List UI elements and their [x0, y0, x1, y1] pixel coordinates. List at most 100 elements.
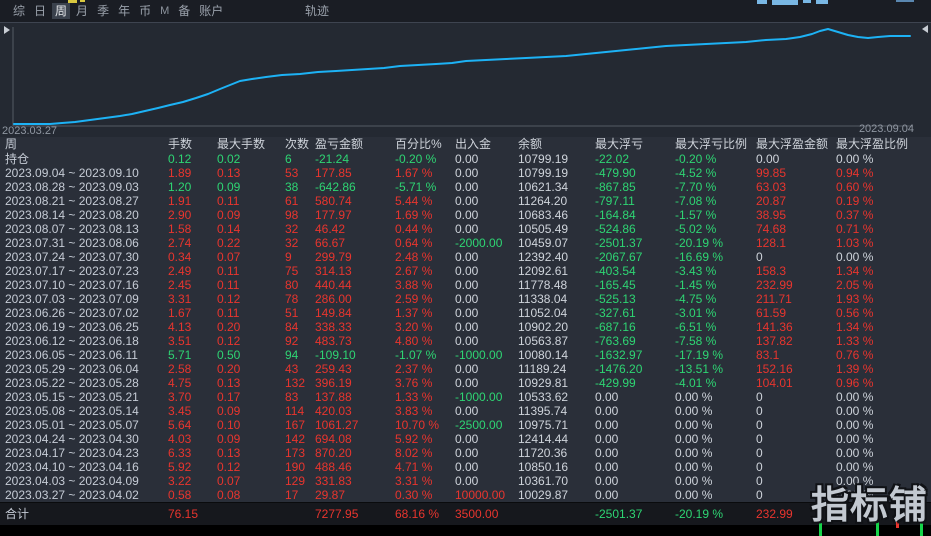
cell: -2067.67	[595, 250, 643, 264]
cell: 68.16 %	[395, 507, 440, 521]
table-row[interactable]: 2023.07.24 ~ 2023.07.30 0.34 0.07 9 299.79 2.…	[0, 250, 931, 264]
cell: -1476.20	[595, 362, 643, 376]
table-row[interactable]: 2023.07.03 ~ 2023.07.09 3.31 0.12 78 286.00 2…	[0, 292, 931, 306]
cell: 80	[285, 278, 299, 292]
table-row[interactable]: 2023.08.28 ~ 2023.09.03 1.20 0.09 38 -642.86…	[0, 180, 931, 194]
table-row[interactable]: 2023.09.04 ~ 2023.09.10 1.89 0.13 53 177.85 1…	[0, 166, 931, 180]
tab-trajectory[interactable]: 轨迹	[302, 3, 332, 19]
cell: 1.37 %	[395, 306, 433, 320]
cell: -20.19 %	[675, 236, 724, 250]
cell: 10.70 %	[395, 418, 440, 432]
table-row[interactable]: 2023.04.03 ~ 2023.04.09 3.22 0.07 129 331.83…	[0, 474, 931, 488]
tab-account[interactable]: 账户	[196, 3, 226, 19]
table-row[interactable]: 2023.06.12 ~ 2023.06.18 3.51 0.12 92 483.73 4…	[0, 334, 931, 348]
cell: 0.12	[217, 292, 241, 306]
cell: 10850.16	[518, 460, 569, 474]
cell: 0.13	[217, 446, 241, 460]
column-header: 百分比%	[395, 137, 442, 151]
cell: 488.46	[315, 460, 352, 474]
column-header: 出入金	[455, 137, 492, 151]
table-row[interactable]: 2023.04.24 ~ 2023.04.30 4.03 0.09 142 694.08…	[0, 432, 931, 446]
cell: 83	[285, 390, 299, 404]
table-row[interactable]: 2023.03.27 ~ 2023.04.02 0.58 0.08 17 29.87 0.…	[0, 488, 931, 502]
tab-m[interactable]: M	[157, 3, 172, 19]
cell: -1000.00	[455, 390, 503, 404]
cell: -763.69	[595, 334, 636, 348]
cropped-logo-fragment	[896, 0, 914, 2]
cell: 142	[285, 432, 306, 446]
tab-weekly[interactable]: 周	[52, 3, 71, 19]
cell: -1.07 %	[395, 348, 437, 362]
cell: 0.07	[217, 250, 241, 264]
cell: 1.91	[168, 194, 192, 208]
table-row[interactable]: 2023.07.10 ~ 2023.07.16 2.45 0.11 80 440.44 3…	[0, 278, 931, 292]
tab-daily[interactable]: 日	[31, 3, 49, 19]
cell: 420.03	[315, 404, 352, 418]
table-row[interactable]: 2023.08.07 ~ 2023.08.13 1.58 0.14 32 46.42 0.…	[0, 222, 931, 236]
column-header: 最大浮亏比例	[675, 137, 748, 151]
cell: 1.03 %	[836, 236, 874, 250]
table-row[interactable]: 2023.08.21 ~ 2023.08.27 1.91 0.11 61 580.74 5…	[0, 194, 931, 208]
table-row[interactable]: 2023.07.17 ~ 2023.07.23 2.49 0.11 75 314.13 2…	[0, 264, 931, 278]
table-row[interactable]: 2023.05.15 ~ 2023.05.21 3.70 0.17 83 137.88 1…	[0, 390, 931, 404]
cell: 870.20	[315, 446, 352, 460]
row-label: 2023.07.03 ~ 2023.07.09	[5, 292, 139, 306]
cropped-logo-fragment	[816, 0, 828, 4]
cell: 10902.20	[518, 320, 569, 334]
cell: 11264.20	[518, 194, 568, 208]
table-row[interactable]: 2023.05.29 ~ 2023.06.04 2.58 0.20 43 259.43 2…	[0, 362, 931, 376]
cell: 338.33	[315, 320, 352, 334]
cell: 0.00 %	[836, 390, 874, 404]
cell: 3.76 %	[395, 376, 433, 390]
row-label: 2023.08.14 ~ 2023.08.20	[5, 208, 139, 222]
cell: 0.00	[455, 306, 479, 320]
cell: 1.89	[168, 166, 192, 180]
cell: 46.42	[315, 222, 346, 236]
row-label: 2023.08.07 ~ 2023.08.13	[5, 222, 139, 236]
table-row[interactable]: 2023.06.26 ~ 2023.07.02 1.67 0.11 51 149.84 1…	[0, 306, 931, 320]
table-row[interactable]: 2023.07.31 ~ 2023.08.06 2.74 0.22 32 66.67 0.…	[0, 236, 931, 250]
cell: 92	[285, 334, 299, 348]
cell: 0.00	[455, 446, 479, 460]
cell: 17	[285, 488, 299, 502]
cell: -642.86	[315, 180, 356, 194]
tab-currency[interactable]: 币	[136, 3, 154, 19]
table-row[interactable]: 2023.06.05 ~ 2023.06.11 5.71 0.50 94 -109.10…	[0, 348, 931, 362]
scroll-left-arrow-icon[interactable]	[4, 26, 10, 34]
cell: -13.51 %	[675, 362, 724, 376]
table-row[interactable]: 2023.05.08 ~ 2023.05.14 3.45 0.09 114 420.03…	[0, 404, 931, 418]
table-row[interactable]: 2023.04.10 ~ 2023.04.16 5.92 0.12 190 488.46…	[0, 460, 931, 474]
cell: 2.59 %	[395, 292, 433, 306]
equity-chart-canvas	[12, 27, 913, 127]
cell: 0.00	[455, 152, 479, 166]
cell: 0.00	[455, 460, 479, 474]
cell: 0.08	[217, 488, 241, 502]
equity-chart[interactable]: 2023.03.27 2023.09.04	[0, 22, 931, 137]
cell: -2500.00	[455, 418, 503, 432]
tab-monthly[interactable]: 月	[73, 3, 91, 19]
table-row[interactable]: 2023.06.19 ~ 2023.06.25 4.13 0.20 84 338.33 3…	[0, 320, 931, 334]
cell: 66.67	[315, 236, 346, 250]
column-header: 余额	[518, 137, 543, 151]
cell: 0.00	[455, 432, 479, 446]
table-row[interactable]: 2023.05.22 ~ 2023.05.28 4.75 0.13 132 396.19…	[0, 376, 931, 390]
cell: -109.10	[315, 348, 356, 362]
cell: 51	[285, 306, 299, 320]
scroll-right-arrow-icon[interactable]	[922, 25, 928, 33]
cell: 0.00 %	[675, 432, 713, 446]
position-row[interactable]: 持仓 0.12 0.02 6 -21.24 -0.20 % 0.00 10799.19 -22.…	[0, 152, 931, 166]
table-row[interactable]: 2023.04.17 ~ 2023.04.23 6.33 0.13 173 870.20…	[0, 446, 931, 460]
tab-notes[interactable]: 备	[175, 3, 193, 19]
row-label: 2023.04.03 ~ 2023.04.09	[5, 474, 139, 488]
table-row[interactable]: 2023.08.14 ~ 2023.08.20 2.90 0.09 98 177.97 1…	[0, 208, 931, 222]
row-label: 2023.07.31 ~ 2023.08.06	[5, 236, 139, 250]
table-row[interactable]: 2023.05.01 ~ 2023.05.07 5.64 0.10 167 1061.2…	[0, 418, 931, 432]
cell: 2.58	[168, 362, 192, 376]
tab-quarterly[interactable]: 季	[94, 3, 112, 19]
cell: 3.45	[168, 404, 192, 418]
tab-yearly[interactable]: 年	[115, 3, 133, 19]
cell: -7.08 %	[675, 194, 717, 208]
cell: 6	[285, 152, 292, 166]
cell: 0.30 %	[395, 488, 433, 502]
tab-summary[interactable]: 综	[10, 3, 28, 19]
